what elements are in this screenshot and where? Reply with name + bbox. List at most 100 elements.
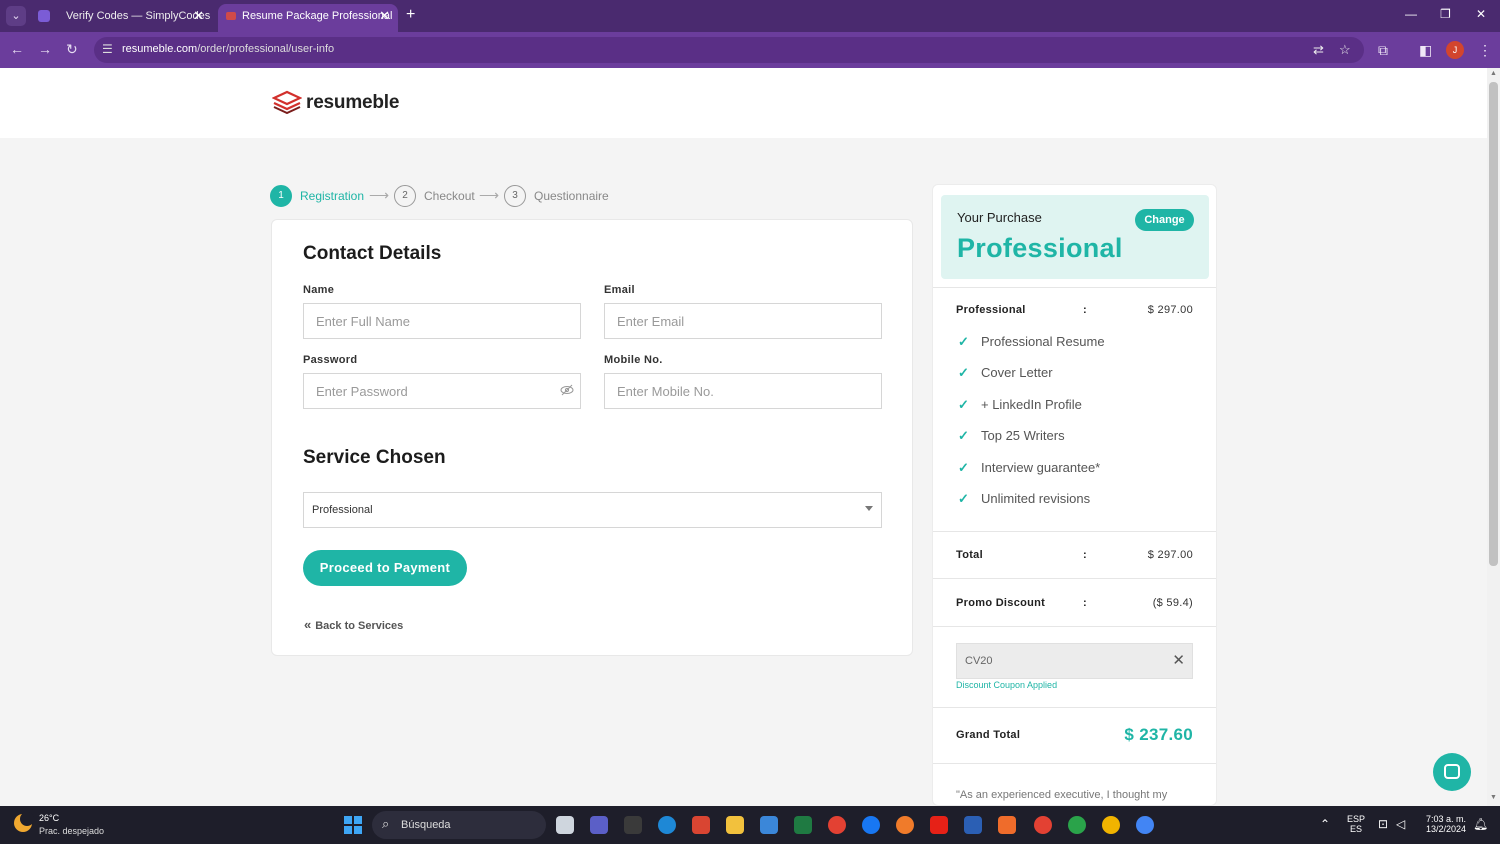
youtube-icon[interactable] [930,816,948,834]
divider [933,287,1216,288]
close-tab-icon[interactable]: ✕ [379,4,390,28]
row-colon: : [1083,304,1087,316]
windows-start-icon[interactable] [344,816,362,834]
promo-row: Promo Discount : ($ 59.4) [956,597,1193,609]
total-amount: $ 297.00 [1147,549,1193,561]
coupon-code: CV20 [965,655,993,667]
check-icon: ✓ [958,365,969,380]
site-info-icon[interactable]: ☰ [102,42,113,56]
translate-icon[interactable]: ⇄ [1313,42,1324,58]
lang-bottom: ES [1349,824,1362,834]
close-tab-icon[interactable]: ✕ [193,4,204,28]
proceed-to-payment-button[interactable]: Proceed to Payment [303,550,467,586]
tab-search-chevron-icon[interactable]: ⌄ [6,6,26,26]
page-scrollbar[interactable]: ▲ ▼ [1487,68,1500,806]
feature-item: ✓ Interview guarantee* [958,460,1101,475]
row-colon: : [1083,549,1087,561]
weather-moon-icon[interactable] [14,812,34,832]
side-panel-icon[interactable]: ◧ [1419,42,1432,59]
feature-item: ✓ Professional Resume [958,334,1105,349]
resumeble-logo[interactable]: resumeble [271,90,399,119]
tab-simplycodes[interactable]: Verify Codes — SimplyCodes ✕ [28,4,212,32]
app-icon[interactable] [624,816,642,834]
volume-icon[interactable]: ◁ [1396,817,1405,831]
feature-item: ✓ Top 25 Writers [958,428,1065,443]
chrome-profile-icon[interactable] [1034,816,1052,834]
service-chosen-heading: Service Chosen [303,447,446,468]
edge-icon[interactable] [658,816,676,834]
email-input[interactable] [604,303,882,339]
service-select[interactable]: Professional [303,492,882,528]
extensions-icon[interactable]: ⧉ [1378,42,1388,59]
app-icon[interactable] [692,816,710,834]
new-tab-icon[interactable]: + [406,6,415,24]
facebook-icon[interactable] [862,816,880,834]
file-explorer-icon[interactable] [726,816,744,834]
app-icon[interactable] [998,816,1016,834]
total-label: Total [956,549,983,561]
chrome-profile-icon[interactable] [1068,816,1086,834]
browser-menu-icon[interactable]: ⋮ [1478,42,1492,59]
scroll-down-icon[interactable]: ▼ [1490,794,1497,801]
restore-icon[interactable]: ❐ [1440,7,1451,21]
language-indicator[interactable]: ESP ES [1346,814,1366,834]
purchase-summary: Your Purchase Professional Change Profes… [932,184,1217,806]
profile-avatar[interactable]: J [1446,41,1464,59]
scrollbar-thumb[interactable] [1489,82,1498,566]
chrome-profile-icon[interactable] [1136,816,1154,834]
bookmark-star-icon[interactable]: ☆ [1339,42,1351,58]
clock-date: 13/2/2024 [1425,824,1467,834]
weather-temp: 26°C [39,813,60,823]
scroll-up-icon[interactable]: ▲ [1490,70,1497,77]
back-icon[interactable]: ← [10,41,24,57]
notifications-bell-icon[interactable]: 🔔︎ [1473,817,1488,831]
password-input[interactable] [303,373,581,409]
remove-coupon-icon[interactable]: ✕ [1172,651,1185,669]
logo-text: resumeble [306,92,400,113]
chat-launcher-button[interactable] [1433,753,1471,791]
reload-icon[interactable]: ↻ [66,41,78,58]
back-label: Back to Services [315,620,404,632]
check-icon: ✓ [958,397,969,412]
excel-icon[interactable] [794,816,812,834]
feature-item: ✓ Unlimited revisions [958,491,1091,506]
grand-total-row: Grand Total $ 237.60 [956,725,1193,744]
coupon-input[interactable]: CV20 ✕ [956,643,1193,679]
tab-title: Verify Codes — SimplyCodes [66,10,211,22]
lang-top: ESP [1346,814,1365,824]
back-to-services-link[interactable]: «Back to Services [304,617,403,632]
mobile-label: Mobile No. [604,354,663,366]
forward-icon[interactable]: → [38,41,52,57]
taskbar-search[interactable]: ⌕ Búsqueda [372,811,546,839]
tab-resumeble[interactable]: Resume Package Professional - ✕ [218,4,398,46]
word-icon[interactable] [964,816,982,834]
total-row: Total : $ 297.00 [956,549,1193,561]
password-label: Password [303,354,358,366]
toggle-password-visibility-icon[interactable] [560,384,574,399]
close-window-icon[interactable]: ✕ [1476,7,1486,21]
store-icon[interactable] [760,816,778,834]
step-registration: Registration [300,189,365,203]
weather-desc: Prac. despejado [39,826,105,836]
browser-toolbar: ← → ↻ ☰ resumeble.com/order/professional… [0,32,1500,68]
chrome-profile-icon[interactable] [1102,816,1120,834]
minimize-icon[interactable]: — [1405,7,1417,21]
chrome-icon[interactable] [828,816,846,834]
address-bar[interactable]: ☰ resumeble.com/order/professional/user-… [94,37,1364,63]
step-number: 3 [504,185,526,207]
row-label: Professional [956,304,1026,316]
tray-overflow-chevron-icon[interactable]: ⌃ [1320,817,1330,831]
teams-icon[interactable] [590,816,608,834]
network-icon[interactable]: ⊡ [1378,817,1388,831]
divider [933,531,1216,532]
clock[interactable]: 7:03 a. m. 13/2/2024 [1420,814,1472,834]
mobile-input[interactable] [604,373,882,409]
promo-amount: ($ 59.4) [1152,597,1193,609]
firefox-icon[interactable] [896,816,914,834]
testimonial-quote: "As an experienced executive, I thought … [956,789,1168,801]
name-input[interactable] [303,303,581,339]
change-package-button[interactable]: Change [1135,209,1194,231]
task-view-icon[interactable] [556,816,574,834]
os-taskbar: 26°C Prac. despejado ⌕ Búsqueda ⌃ ESP ES… [0,806,1500,844]
dropdown-caret-icon [865,506,873,511]
